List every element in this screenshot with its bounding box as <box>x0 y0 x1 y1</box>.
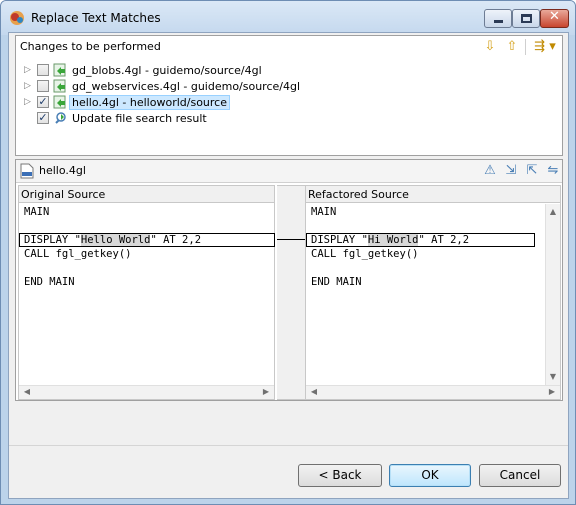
minimize-icon <box>494 20 503 23</box>
changed-code-line: DISPLAY "Hello World" AT 2,2 <box>24 233 201 247</box>
checkbox[interactable] <box>37 64 49 76</box>
tree-item-label: gd_blobs.4gl - guidemo/source/4gl <box>72 64 262 77</box>
code-line: CALL fgl_getkey() <box>24 248 132 260</box>
scroll-down-icon[interactable]: ▼ <box>548 372 558 382</box>
close-button[interactable]: ✕ <box>540 9 569 28</box>
scroll-left-icon[interactable]: ◀ <box>22 387 32 397</box>
title-bar[interactable]: Replace Text Matches ✕ <box>1 1 575 35</box>
minimize-button[interactable] <box>484 9 512 28</box>
search-update-icon <box>55 112 66 124</box>
ok-button[interactable]: OK <box>389 464 471 487</box>
refactored-source-title: Refactored Source <box>308 188 409 201</box>
scroll-right-icon[interactable]: ▶ <box>261 387 271 397</box>
code-line: CALL fgl_getkey() <box>311 248 419 260</box>
changed-code-line: DISPLAY "Hi World" AT 2,2 <box>311 233 469 247</box>
tree-item-label: gd_webservices.4gl - guidemo/source/4gl <box>72 80 301 93</box>
4gl-file-icon <box>20 163 34 179</box>
file-change-icon <box>53 79 66 93</box>
checkbox-checked[interactable]: ✓ <box>37 96 49 108</box>
compare-file-name: hello.4gl <box>39 164 86 177</box>
vertical-scrollbar[interactable]: ▲ ▼ <box>545 204 560 385</box>
scroll-right-icon[interactable]: ▶ <box>547 387 557 397</box>
refactored-source-pane: Refactored Source MAIN DISPLAY "Hi World… <box>305 185 561 400</box>
next-difference-icon[interactable]: ⇲ <box>502 163 520 179</box>
code-line: MAIN <box>24 206 50 218</box>
horizontal-scrollbar[interactable]: ◀ ▶ <box>19 385 274 399</box>
text-after: " AT 2,2 <box>418 234 470 246</box>
file-change-icon <box>53 63 66 77</box>
filter-menu-icon[interactable]: ⇶ ▾ <box>530 39 560 55</box>
text-before: DISPLAY " <box>311 234 368 246</box>
compare-header: hello.4gl ⚠ ⇲ ⇱ ⇋ <box>16 160 562 183</box>
tree-item-hello[interactable]: ▷ ✓ hello.4gl - helloworld/source <box>16 94 562 111</box>
original-source-title: Original Source <box>21 188 106 201</box>
tree-item-gd-webservices[interactable]: ▷ gd_webservices.4gl - guidemo/source/4g… <box>16 78 562 95</box>
dialog-content: Changes to be performed ⇩ ⇧ ⇶ ▾ ▷ gd_blo… <box>8 32 569 499</box>
tree-item-gd-blobs[interactable]: ▷ gd_blobs.4gl - guidemo/source/4gl <box>16 62 562 79</box>
expand-icon[interactable]: ▷ <box>24 97 32 107</box>
diff-gutter <box>277 185 305 400</box>
expand-icon[interactable]: ▷ <box>24 81 32 91</box>
close-icon: ✕ <box>549 9 560 24</box>
copy-all-left-icon[interactable]: ⚠ <box>481 163 499 179</box>
code-line: END MAIN <box>311 276 362 288</box>
cancel-button[interactable]: Cancel <box>479 464 561 487</box>
scroll-left-icon[interactable]: ◀ <box>309 387 319 397</box>
checkbox[interactable] <box>37 80 49 92</box>
changed-word: Hello World <box>80 234 151 246</box>
dialog-window: Replace Text Matches ✕ Changes to be per… <box>0 0 576 505</box>
original-source-text[interactable]: MAIN DISPLAY "Hello World" AT 2,2 CALL f… <box>19 205 275 385</box>
original-source-header: Original Source <box>19 186 274 203</box>
tree-item-label: hello.4gl - helloworld/source <box>69 95 230 110</box>
scroll-up-icon[interactable]: ▲ <box>548 207 558 217</box>
text-before: DISPLAY " <box>24 234 81 246</box>
code-line: END MAIN <box>24 276 75 288</box>
changed-word: Hi World <box>367 234 419 246</box>
checkbox-checked[interactable]: ✓ <box>37 112 49 124</box>
text-after: " AT 2,2 <box>150 234 202 246</box>
diff-connector <box>277 239 305 240</box>
original-source-pane: Original Source MAIN DISPLAY "Hello Worl… <box>18 185 275 400</box>
tree-item-update-search[interactable]: ✓ Update file search result <box>16 110 562 127</box>
tree-item-label: Update file search result <box>72 112 207 125</box>
refactored-source-text[interactable]: MAIN DISPLAY "Hi World" AT 2,2 CALL fgl_… <box>306 205 545 399</box>
previous-difference-icon[interactable]: ⇱ <box>523 163 541 179</box>
file-change-icon <box>53 95 66 109</box>
changes-header: Changes to be performed ⇩ ⇧ ⇶ ▾ <box>16 36 562 58</box>
changes-panel: Changes to be performed ⇩ ⇧ ⇶ ▾ ▷ gd_blo… <box>15 35 563 156</box>
compare-panel: hello.4gl ⚠ ⇲ ⇱ ⇋ Original Source MAIN D… <box>15 159 563 401</box>
window-title: Replace Text Matches <box>31 11 161 25</box>
changes-panel-title: Changes to be performed <box>20 40 161 53</box>
horizontal-scrollbar[interactable]: ◀ ▶ <box>306 385 560 399</box>
code-line: MAIN <box>311 206 337 218</box>
eclipse-icon <box>10 11 24 25</box>
maximize-icon <box>521 14 532 23</box>
swap-sides-icon[interactable]: ⇋ <box>544 163 562 179</box>
back-button[interactable]: < Back <box>298 464 382 487</box>
arrow-down-icon[interactable]: ⇩ <box>481 39 499 55</box>
toolbar-separator <box>525 39 526 55</box>
refactored-source-header: Refactored Source <box>306 186 560 203</box>
arrow-up-icon[interactable]: ⇧ <box>503 39 521 55</box>
button-bar-separator <box>9 445 568 446</box>
expand-icon[interactable]: ▷ <box>24 65 32 75</box>
maximize-button[interactable] <box>512 9 540 28</box>
